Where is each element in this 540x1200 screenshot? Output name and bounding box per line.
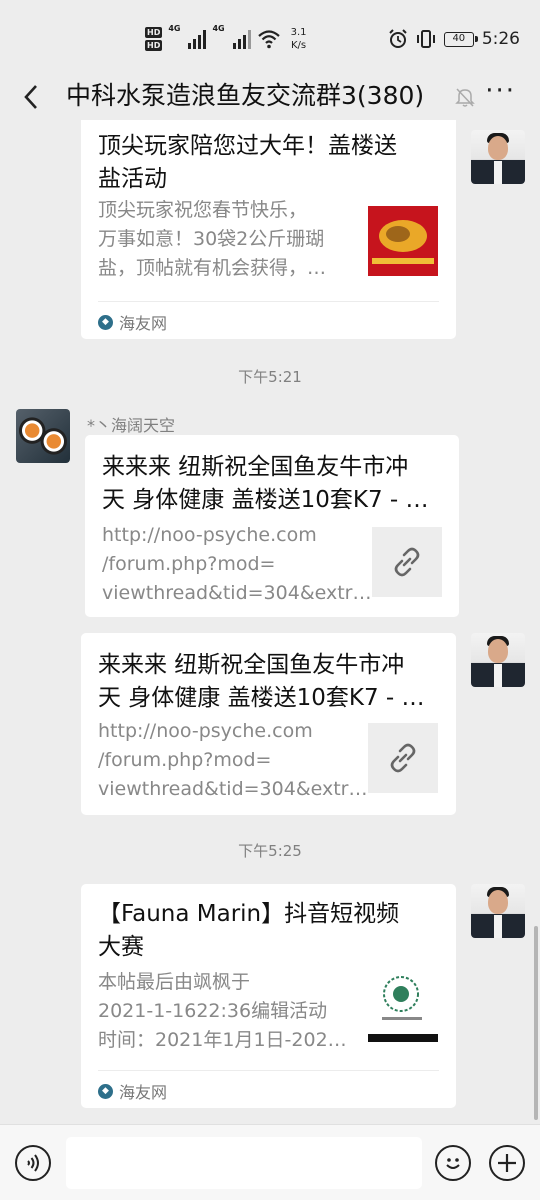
chat-header: 中科水泵造浪鱼友交流群3(380) ···: [0, 74, 540, 120]
status-time: 5:26: [481, 29, 520, 49]
plus-icon[interactable]: [489, 1145, 525, 1181]
message-input[interactable]: [66, 1137, 422, 1189]
network-speed: 3.1 K/s: [290, 27, 307, 51]
self-avatar[interactable]: [471, 884, 525, 938]
back-arrow-icon[interactable]: [18, 80, 48, 114]
haiyou-logo-icon: ◆: [98, 314, 113, 330]
hd-badge-2: HD: [145, 40, 163, 51]
card-thumbnail: [368, 972, 438, 1042]
link-icon: [372, 527, 442, 597]
vibrate-icon: [416, 30, 435, 48]
card-thumbnail: [368, 206, 438, 276]
link-card-message[interactable]: 顶尖玩家陪您过大年！盖楼送 盐活动 顶尖玩家祝您春节快乐， 万事如意！30袋2公…: [81, 120, 456, 339]
card-description: http://noo-psyche.com /forum.php?mod= vi…: [98, 720, 368, 800]
mute-bell-icon: [455, 88, 475, 107]
link-card-message[interactable]: 来来来 纽斯祝全国鱼友牛市冲 天 身体健康 盖楼送10套K7 - … http:…: [81, 633, 456, 815]
battery-icon: 40: [443, 31, 478, 47]
card-description: 顶尖玩家祝您春节快乐， 万事如意！30袋2公斤珊瑚 盐，顶帖就有机会获得，…: [98, 199, 327, 279]
hd-badge-1: HD: [145, 27, 163, 38]
link-card-message[interactable]: 来来来 纽斯祝全国鱼友牛市冲 天 身体健康 盖楼送10套K7 - … http:…: [85, 435, 459, 617]
card-source: ◆ 海友网: [98, 310, 167, 334]
network-type-2: 4G: [212, 24, 225, 33]
self-avatar[interactable]: [471, 633, 525, 687]
card-title: 【Fauna Marin】抖音短视频 大赛: [98, 901, 400, 960]
status-left: HD HD 4G 4G 3.1 K/s: [145, 24, 307, 54]
scrollbar[interactable]: [534, 926, 538, 1120]
card-title: 来来来 纽斯祝全国鱼友牛市冲 天 身体健康 盖楼送10套K7 - …: [98, 652, 425, 711]
link-icon: [368, 723, 438, 793]
alarm-icon: [389, 29, 407, 48]
card-title: 来来来 纽斯祝全国鱼友牛市冲 天 身体健康 盖楼送10套K7 - …: [102, 454, 429, 513]
chat-title: 中科水泵造浪鱼友交流群3(380): [66, 81, 425, 110]
card-description: 本帖最后由飒枫于 2021-1-1622:36编辑活动 时间：2021年1月1日…: [98, 971, 347, 1051]
wifi-icon: [257, 30, 280, 49]
voice-icon[interactable]: [15, 1145, 51, 1181]
more-dots-icon[interactable]: ···: [485, 76, 516, 106]
haiyou-logo-icon: ◆: [98, 1083, 113, 1099]
card-title: 顶尖玩家陪您过大年！盖楼送 盐活动: [98, 133, 397, 192]
link-card-message[interactable]: 【Fauna Marin】抖音短视频 大赛 本帖最后由飒枫于 2021-1-16…: [81, 884, 456, 1108]
input-toolbar: [0, 1124, 540, 1200]
message-list[interactable]: 顶尖玩家陪您过大年！盖楼送 盐活动 顶尖玩家祝您春节快乐， 万事如意！30袋2公…: [0, 120, 540, 1124]
time-divider: 下午5:25: [238, 842, 302, 860]
emoji-icon[interactable]: [435, 1145, 471, 1181]
status-bar: HD HD 4G 4G 3.1 K/s 40 5:26: [0, 0, 540, 74]
card-description: http://noo-psyche.com /forum.php?mod= vi…: [102, 524, 372, 604]
signal-icon: [188, 29, 207, 49]
status-right: 40 5:26: [388, 29, 520, 49]
signal-icon-2: [232, 29, 251, 49]
card-source: ◆ 海友网: [98, 1079, 167, 1103]
sender-name: *丶海阔天空: [87, 416, 176, 435]
self-avatar[interactable]: [471, 130, 525, 184]
sender-avatar[interactable]: [16, 409, 70, 463]
network-type-1: 4G: [168, 24, 181, 33]
time-divider: 下午5:21: [238, 368, 302, 386]
